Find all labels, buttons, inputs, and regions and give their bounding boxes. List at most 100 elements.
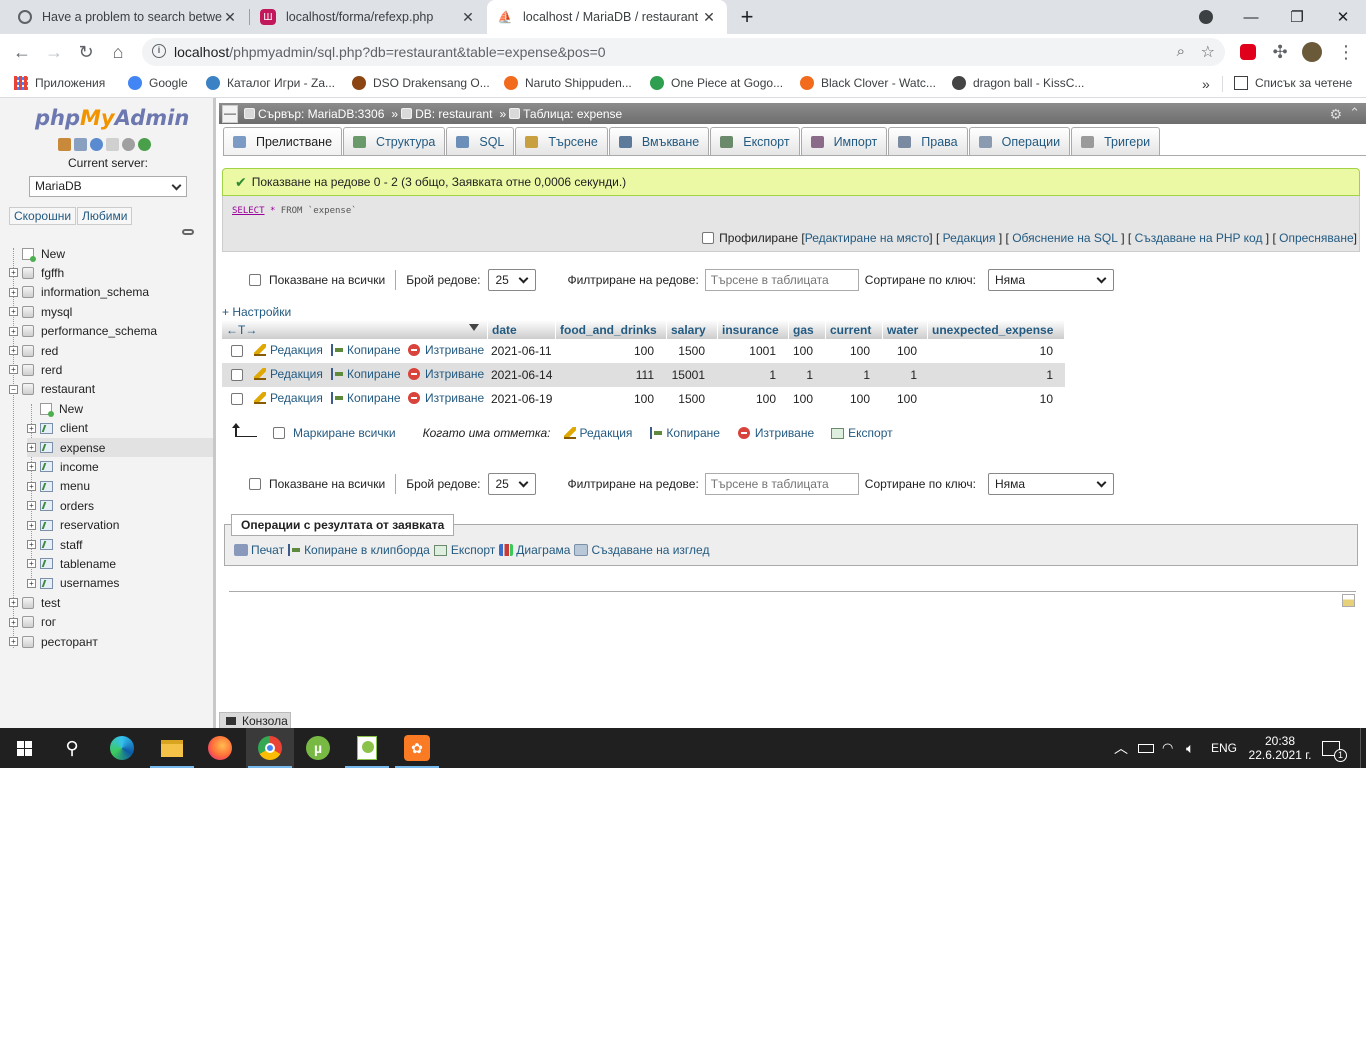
tab-7[interactable]: Права xyxy=(888,127,968,155)
column-header-gas[interactable]: gas xyxy=(789,320,826,339)
expand-icon[interactable]: + xyxy=(9,365,18,375)
edge-browser-icon[interactable] xyxy=(98,728,146,768)
expand-icon[interactable]: + xyxy=(9,617,18,627)
collapse-top-icon[interactable]: ⌃ xyxy=(1349,105,1360,121)
row-checkbox[interactable] xyxy=(231,393,243,405)
settings-toggle-link[interactable]: + Настройки xyxy=(222,305,291,319)
create-php-code-link[interactable]: Създаване на PHP код xyxy=(1135,231,1263,245)
tree-database-18[interactable]: + test xyxy=(9,593,213,612)
tree-database-2[interactable]: + information_schema xyxy=(9,283,213,302)
tree-database-3[interactable]: + mysql xyxy=(9,302,213,321)
expand-icon[interactable]: + xyxy=(9,268,18,278)
bookmarks-overflow-button[interactable]: » xyxy=(1202,76,1210,92)
cell-food-and-drinks[interactable]: 111 xyxy=(636,368,654,382)
cell-insurance[interactable]: 1001 xyxy=(749,344,776,358)
column-options-dropdown-icon[interactable] xyxy=(469,324,479,331)
tree-database-1[interactable]: + fgffh xyxy=(9,263,213,282)
column-header-unexpected-expense[interactable]: unexpected_expense xyxy=(928,320,1065,339)
expand-icon[interactable]: + xyxy=(27,501,36,511)
expand-icon[interactable]: + xyxy=(27,462,36,472)
collapse-nav-button[interactable]: — xyxy=(222,104,238,123)
extensions-puzzle-icon[interactable]: ✣ xyxy=(1266,38,1294,66)
xampp-icon[interactable]: ✿ xyxy=(393,728,441,768)
tab-0[interactable]: Прелистване xyxy=(223,127,343,155)
reading-list-button[interactable]: Списък за четене xyxy=(1234,76,1352,90)
cell-insurance[interactable]: 100 xyxy=(756,392,776,406)
tree-table-11[interactable]: + income xyxy=(27,457,213,476)
cell-water[interactable]: 100 xyxy=(897,344,917,358)
cell-unexpected-expense[interactable]: 1 xyxy=(1046,368,1053,382)
close-tab-icon[interactable]: ✕ xyxy=(460,9,476,26)
print-button[interactable]: Печат xyxy=(234,543,284,557)
cell-date[interactable]: 2021-06-19 xyxy=(491,392,552,406)
rows-count-select[interactable]: 25 xyxy=(488,473,537,495)
tab-1[interactable]: Структура xyxy=(343,127,446,155)
cell-gas[interactable]: 100 xyxy=(793,344,813,358)
settings-gear-icon[interactable]: ⚙ xyxy=(1329,106,1342,123)
row-delete-button[interactable]: Изтриване xyxy=(408,391,484,405)
tree-table-10[interactable]: + expense xyxy=(27,438,213,457)
reload-icon[interactable]: ↻ xyxy=(72,38,100,66)
docs-icon[interactable] xyxy=(106,138,119,151)
row-edit-button[interactable]: Редакция xyxy=(254,343,323,357)
column-header-food-and-drinks[interactable]: food_and_drinks xyxy=(556,320,667,339)
tab-2[interactable]: SQL xyxy=(446,127,515,155)
bookmark-star-icon[interactable]: ☆ xyxy=(1201,42,1215,62)
row-checkbox[interactable] xyxy=(231,345,243,357)
column-header-insurance[interactable]: insurance xyxy=(718,320,789,339)
notepad-plus-plus-icon[interactable] xyxy=(343,728,391,768)
row-edit-button[interactable]: Редакция xyxy=(254,391,323,405)
bulk-export-button[interactable]: Експорт xyxy=(831,426,893,440)
inline-edit-link[interactable]: Редактиране на място xyxy=(805,231,930,245)
filter-rows-input[interactable]: Търсене в таблицата xyxy=(704,473,859,495)
expand-icon[interactable]: + xyxy=(27,481,36,491)
bookmark-google[interactable]: Google xyxy=(128,76,188,90)
expand-icon[interactable]: + xyxy=(27,559,36,569)
cell-salary[interactable]: 15001 xyxy=(672,368,705,382)
row-delete-button[interactable]: Изтриване xyxy=(408,343,484,357)
tab-8[interactable]: Операции xyxy=(968,127,1071,155)
row-copy-button[interactable]: Копиране xyxy=(331,391,401,405)
breadcrumb-database[interactable]: DB: restaurant xyxy=(401,107,492,121)
breadcrumb-server[interactable]: Сървър: MariaDB:3306 xyxy=(244,107,384,121)
cell-gas[interactable]: 100 xyxy=(793,392,813,406)
firefox-icon[interactable] xyxy=(196,728,244,768)
show-all-checkbox[interactable] xyxy=(249,274,261,286)
adblock-extension-icon[interactable] xyxy=(1234,38,1262,66)
close-tab-icon[interactable]: ✕ xyxy=(222,9,238,26)
input-language-indicator[interactable]: ENG xyxy=(1211,728,1237,768)
battery-icon[interactable] xyxy=(1138,728,1154,768)
profiling-checkbox[interactable] xyxy=(702,232,715,244)
bookmark-drakensang[interactable]: DSO Drakensang O... xyxy=(352,76,490,90)
expand-icon[interactable]: + xyxy=(9,326,18,336)
bookmark-apps[interactable]: Приложения xyxy=(14,76,105,90)
row-checkbox[interactable] xyxy=(231,369,243,381)
chrome-icon[interactable] xyxy=(246,728,294,768)
cell-food-and-drinks[interactable]: 100 xyxy=(634,392,654,406)
row-copy-button[interactable]: Копиране xyxy=(331,367,401,381)
column-header-salary[interactable]: salary xyxy=(667,320,718,339)
tree-table-15[interactable]: + staff xyxy=(27,535,213,554)
chart-button[interactable]: Диаграма xyxy=(499,543,570,557)
tab-9[interactable]: Тригери xyxy=(1071,127,1161,155)
profile-avatar[interactable] xyxy=(1298,38,1326,66)
bookmark-naruto[interactable]: Naruto Shippuden... xyxy=(504,76,632,90)
breadcrumb-table[interactable]: Таблица: expense xyxy=(509,107,622,121)
cell-date[interactable]: 2021-06-11 xyxy=(491,344,552,358)
show-hidden-icons-chevron[interactable]: ︿ xyxy=(1114,728,1128,768)
tree-table-16[interactable]: + tablename xyxy=(27,554,213,573)
tab-3[interactable]: Търсене xyxy=(515,127,608,155)
tree-table-17[interactable]: + usernames xyxy=(27,574,213,593)
bookmark-one-piece[interactable]: One Piece at Gogo... xyxy=(650,76,783,90)
tab-5[interactable]: Експорт xyxy=(710,127,800,155)
search-icon[interactable]: ⚲ xyxy=(48,728,96,768)
bookmark-game-catalog[interactable]: Каталог Игри - Za... xyxy=(206,76,335,90)
windows-start-icon[interactable] xyxy=(0,728,48,768)
copy-to-clipboard-button[interactable]: Копиране в клипборда xyxy=(288,543,430,557)
row-copy-button[interactable]: Копиране xyxy=(331,343,401,357)
forward-icon[interactable]: → xyxy=(40,38,68,66)
logout-icon[interactable] xyxy=(74,138,87,151)
close-tab-icon[interactable]: ✕ xyxy=(701,9,717,26)
tab-search-icon[interactable] xyxy=(1184,0,1228,34)
new-tab-button[interactable]: + xyxy=(725,0,769,34)
